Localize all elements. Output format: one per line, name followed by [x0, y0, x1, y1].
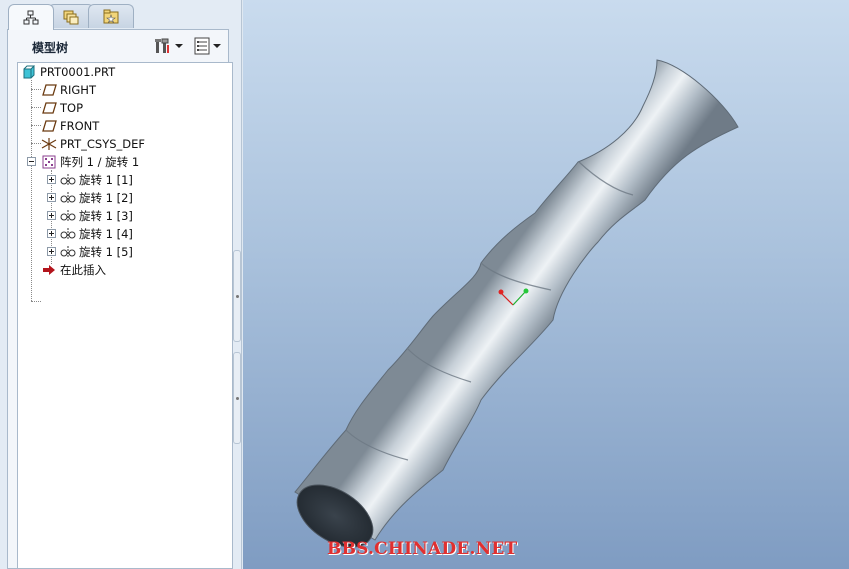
tree-item-label: RIGHT — [60, 83, 96, 97]
panel-sash-lower[interactable] — [233, 352, 241, 444]
chevron-down-icon — [213, 44, 221, 48]
tree-item-revolve-2[interactable]: 旋转 1 [2] — [60, 189, 133, 207]
revolve-icon — [60, 227, 76, 241]
navigator-tabs — [8, 4, 134, 30]
tree-item-right[interactable]: RIGHT — [41, 81, 96, 99]
tree-connector — [31, 107, 41, 108]
datum-plane-icon — [41, 119, 57, 133]
sash-grip — [236, 397, 239, 400]
expand-toggle[interactable] — [47, 193, 56, 202]
revolve-icon — [60, 209, 76, 223]
collapse-toggle[interactable] — [27, 157, 36, 166]
datum-plane-icon — [41, 101, 57, 115]
tree-item-csys[interactable]: PRT_CSYS_DEF — [41, 135, 145, 153]
tree-item-label: TOP — [60, 101, 84, 115]
tree-item-revolve-1[interactable]: 旋转 1 [1] — [60, 171, 133, 189]
tree-item-label: 旋转 1 [4] — [79, 227, 133, 241]
tree-settings-button[interactable] — [154, 36, 183, 56]
favorites-icon — [103, 9, 119, 23]
tree-item-pattern[interactable]: 阵列 1 / 旋转 1 — [41, 153, 139, 171]
datum-plane-icon — [41, 83, 57, 97]
tree-item-label: 旋转 1 [3] — [79, 209, 133, 223]
tree-settings-icon — [155, 38, 169, 53]
tree-item-label: FRONT — [60, 119, 100, 133]
chevron-down-icon — [175, 44, 183, 48]
tree-item-label: 在此插入 — [60, 263, 106, 277]
tab-model-tree[interactable] — [8, 4, 54, 30]
expand-toggle[interactable] — [47, 175, 56, 184]
tree-connector — [31, 89, 41, 90]
tree-item-root[interactable]: PRT0001.PRT — [21, 63, 115, 81]
panel-sash-upper[interactable] — [233, 250, 241, 342]
graphics-viewport[interactable]: BBS.CHINADE.NET — [243, 0, 849, 569]
part-icon — [21, 65, 37, 79]
revolved-part-model[interactable] — [243, 0, 849, 569]
watermark: BBS.CHINADE.NET — [327, 539, 518, 559]
tree-connector — [31, 301, 41, 302]
model-body — [294, 59, 739, 548]
insert-here-arrow-icon — [41, 263, 57, 277]
tree-item-label: 阵列 1 / 旋转 1 — [60, 155, 140, 169]
revolve-icon — [60, 245, 76, 259]
tree-item-label: 旋转 1 [1] — [79, 173, 133, 187]
tree-item-top[interactable]: TOP — [41, 99, 83, 117]
model-tree-title: 模型树 — [32, 41, 69, 55]
model-tree-panel: 模型树 PRT0001.PRT RIGHT TOP FRONT PRT_CSYS… — [0, 0, 242, 569]
model-tree-header: 模型树 — [8, 30, 228, 62]
tree-item-label: PRT0001.PRT — [40, 65, 116, 79]
model-tree[interactable]: PRT0001.PRT RIGHT TOP FRONT PRT_CSYS_DEF… — [17, 62, 233, 569]
csys-icon — [41, 137, 57, 151]
tree-item-label: PRT_CSYS_DEF — [60, 137, 146, 151]
tree-connector — [31, 125, 41, 126]
tree-item-insert-here[interactable]: 在此插入 — [41, 261, 106, 279]
expand-toggle[interactable] — [47, 247, 56, 256]
tree-item-revolve-4[interactable]: 旋转 1 [4] — [60, 225, 133, 243]
tree-item-front[interactable]: FRONT — [41, 117, 99, 135]
model-tree-icon — [23, 10, 39, 24]
expand-toggle[interactable] — [47, 229, 56, 238]
tree-connector — [31, 80, 32, 301]
expand-toggle[interactable] — [47, 211, 56, 220]
tab-favorites[interactable] — [88, 4, 134, 28]
tree-connector — [31, 143, 41, 144]
pattern-icon — [41, 155, 57, 169]
folder-browser-icon — [63, 10, 79, 24]
tree-item-label: 旋转 1 [5] — [79, 245, 133, 259]
tree-item-revolve-5[interactable]: 旋转 1 [5] — [60, 243, 133, 261]
tree-item-revolve-3[interactable]: 旋转 1 [3] — [60, 207, 133, 225]
tree-item-label: 旋转 1 [2] — [79, 191, 133, 205]
model-tree-frame: 模型树 PRT0001.PRT RIGHT TOP FRONT PRT_CSYS… — [7, 29, 233, 569]
revolve-icon — [60, 191, 76, 205]
tree-show-icon — [194, 37, 210, 55]
sash-grip — [236, 295, 239, 298]
revolve-icon — [60, 173, 76, 187]
tree-show-button[interactable] — [194, 36, 221, 56]
